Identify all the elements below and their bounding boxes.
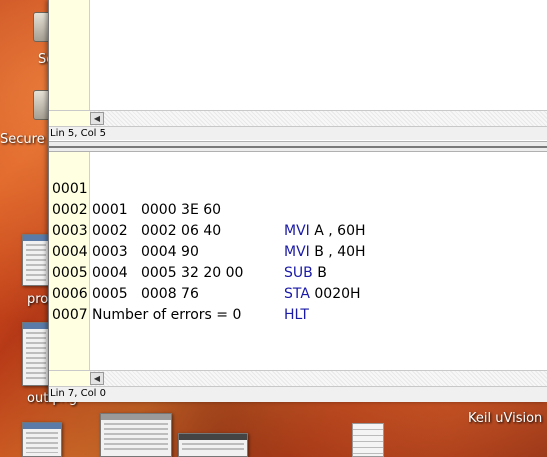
screenshot-thumbnail-icon[interactable] (100, 413, 172, 457)
screenshot-thumbnail-icon[interactable] (22, 322, 50, 386)
screenshot-thumbnail-icon[interactable] (22, 422, 62, 457)
cursor-position: Lin 5, Col 5 (50, 128, 107, 139)
code-line: 0004 0004 0005 32 20 00 STA 0020H (49, 221, 547, 302)
horizontal-scrollbar[interactable]: ◀ (49, 370, 547, 386)
line-number-gutter (49, 0, 90, 110)
scroll-left-icon[interactable]: ◀ (90, 372, 104, 385)
document-icon[interactable] (352, 423, 384, 457)
editor-window: ◀ Lin 5, Col 5 0001 0001 0000 3E 60 MVI … (48, 0, 547, 402)
scroll-left-icon[interactable]: ◀ (90, 112, 104, 125)
desktop-icon-label: pro (27, 292, 49, 307)
line-text: Number of errors = 0 (92, 307, 242, 323)
screenshot-thumbnail-icon[interactable] (22, 234, 50, 286)
code-line: 0003 0003 0004 90 SUB B (49, 200, 547, 281)
opcode-keyword: HLT (284, 307, 309, 323)
listing-pane[interactable]: 0001 0001 0000 3E 60 MVI A , 60H 0002 00… (49, 152, 547, 372)
status-bar: Lin 7, Col 0 (49, 386, 547, 402)
pane-splitter[interactable] (49, 141, 547, 152)
desktop-icon-label: Keil uVision (468, 411, 543, 426)
code-line: 0006 Number of errors = 0 (49, 263, 547, 323)
status-bar: Lin 5, Col 5 (49, 126, 547, 140)
screenshot-thumbnail-icon[interactable] (178, 433, 248, 457)
code-line: 0005 0005 0008 76 HLT (49, 242, 547, 323)
code-line: 0002 0002 0002 06 40 MVI B , 40H (49, 179, 547, 260)
listing-text: 0001 0001 0000 3E 60 MVI A , 60H 0002 00… (49, 158, 547, 323)
desktop-icon-label: Secure (0, 132, 45, 147)
horizontal-scrollbar[interactable]: ◀ (49, 110, 547, 126)
cursor-position: Lin 7, Col 0 (50, 388, 107, 399)
line-number: 0007 (52, 307, 88, 323)
code-line: 0001 0001 0000 3E 60 MVI A , 60H (49, 158, 547, 239)
source-pane[interactable] (49, 0, 547, 110)
code-line: 0007 (49, 284, 547, 323)
mnemonic: HLT (284, 305, 309, 326)
